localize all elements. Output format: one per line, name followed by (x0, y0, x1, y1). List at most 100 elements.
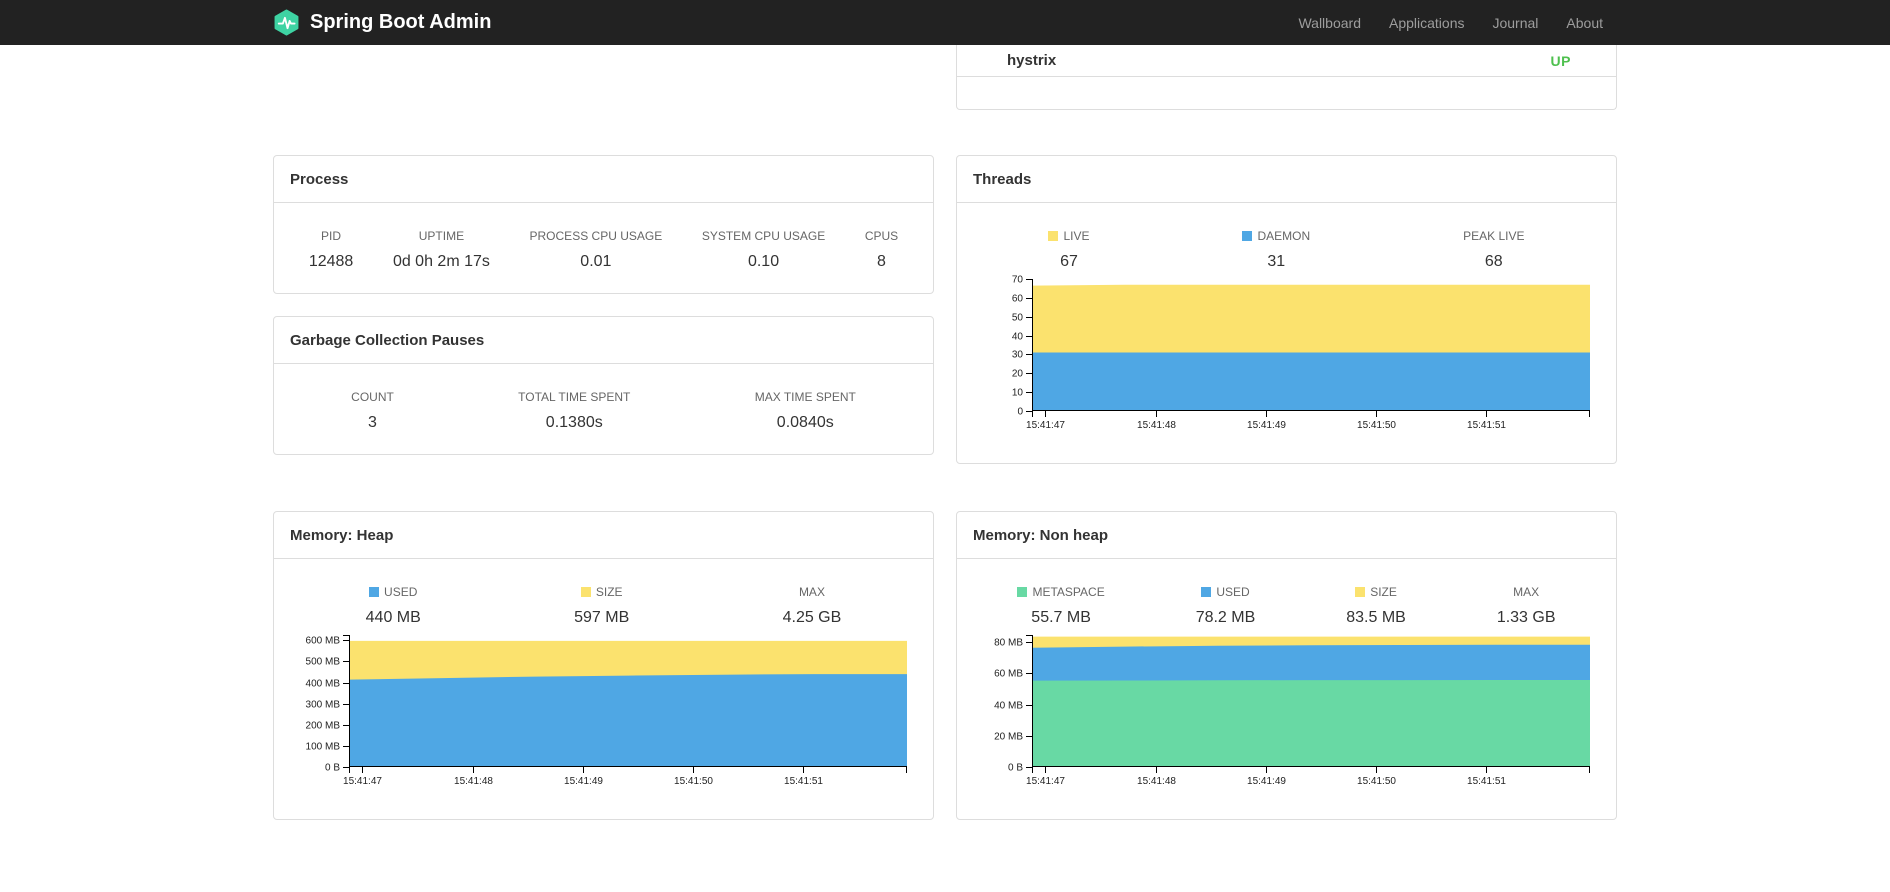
gc-panel-title: Garbage Collection Pauses (274, 317, 933, 364)
application-status-badge: UP (1550, 52, 1571, 69)
stat-value: 4.25 GB (782, 609, 842, 626)
stat: MAX TIME SPENT 0.0840s (747, 390, 864, 432)
svg-text:15:41:47: 15:41:47 (1026, 420, 1065, 431)
navbar: Spring Boot Admin Wallboard Applications… (0, 0, 1890, 45)
stat-label: MAX (1513, 585, 1540, 599)
memory-heap-legend: USED 440 MB SIZE 597 MB MAX 4.25 GB (289, 585, 918, 627)
stat: PID 12488 (301, 229, 362, 271)
stat: PROCESS CPU USAGE 0.01 (522, 229, 671, 271)
legend-swatch-icon (1201, 587, 1212, 597)
heap-chart-svg: 0 B 100 MB 200 MB 300 MB 400 MB 500 MB 600 MB 1… (306, 635, 907, 787)
svg-text:15:41:48: 15:41:48 (454, 776, 493, 787)
stat-label: CPUS (864, 229, 899, 243)
stat-value: 3 (368, 414, 377, 431)
stat-label: USED (1196, 585, 1256, 599)
svg-text:0 B: 0 B (325, 763, 340, 774)
stat: SIZE 597 MB (566, 585, 637, 627)
svg-text:300 MB: 300 MB (306, 700, 341, 711)
stat-label: PID (321, 229, 342, 243)
nav-item-applications[interactable]: Applications (1375, 15, 1479, 31)
stat: CPUS 8 (857, 229, 906, 271)
brand-title: Spring Boot Admin (310, 11, 492, 33)
stat-value: 83.5 MB (1346, 609, 1406, 626)
svg-text:15:41:48: 15:41:48 (1137, 776, 1176, 787)
stat-label: MAX TIME SPENT (754, 390, 856, 404)
gc-panel-body: COUNT 3 TOTAL TIME SPENT 0.1380s MAX TIME SP… (274, 364, 933, 454)
svg-text:40 MB: 40 MB (994, 701, 1023, 712)
memory-heap-panel: Memory: Heap USED 440 MB SIZE 597 MB MAX 4.25… (273, 511, 934, 820)
bottom-right-col: Memory: Non heap METASPACE 55.7 MB USED 78.… (956, 511, 1617, 820)
stat: COUNT 3 (343, 390, 402, 432)
stat: UPTIME 0d 0h 2m 17s (385, 229, 498, 271)
process-stats: PID 12488 UPTIME 0d 0h 2m 17s PROCESS CPU US… (289, 229, 918, 271)
nav-item-about[interactable]: About (1552, 15, 1617, 31)
stat-label: SIZE (574, 585, 629, 599)
svg-text:15:41:49: 15:41:49 (1247, 776, 1286, 787)
svg-text:20: 20 (1012, 369, 1024, 380)
svg-text:15:41:50: 15:41:50 (1357, 420, 1396, 431)
brand-link[interactable]: Spring Boot Admin (273, 9, 491, 36)
svg-text:15:41:50: 15:41:50 (674, 776, 713, 787)
nonheap-chart-svg: 0 B 20 MB 40 MB 60 MB 80 MB 15:41:47 15:41:48 1… (994, 635, 1590, 787)
svg-text:400 MB: 400 MB (306, 679, 341, 690)
svg-text:15:41:50: 15:41:50 (1357, 776, 1396, 787)
svg-text:50: 50 (1012, 313, 1024, 324)
middle-right-col: Threads LIVE 67 DAEMON 31 PEAK LIVE 68 0 10 20 3… (956, 155, 1617, 464)
threads-panel-title: Threads (957, 156, 1616, 203)
stat-label: DAEMON (1242, 229, 1310, 243)
stat: USED 440 MB (358, 585, 429, 627)
svg-text:200 MB: 200 MB (306, 721, 341, 732)
stat-value: 0.1380s (545, 414, 603, 431)
svg-text:40: 40 (1012, 332, 1024, 343)
stat-value: 68 (1484, 253, 1503, 270)
svg-text:15:41:49: 15:41:49 (1247, 420, 1286, 431)
spring-boot-admin-logo-icon (273, 9, 300, 36)
svg-text:60 MB: 60 MB (994, 669, 1023, 680)
stat: LIVE 67 (1040, 229, 1097, 271)
svg-text:20 MB: 20 MB (994, 732, 1023, 743)
nav-links: Wallboard Applications Journal About (1284, 0, 1617, 45)
memory-nonheap-panel-body: METASPACE 55.7 MB USED 78.2 MB SIZE 83.5 MB MA… (957, 559, 1616, 819)
top-row: hystrix UP (273, 45, 1617, 110)
svg-text:100 MB: 100 MB (306, 742, 341, 753)
stat: PEAK LIVE 68 (1455, 229, 1532, 271)
application-row[interactable]: hystrix UP (957, 45, 1616, 77)
svg-text:15:41:51: 15:41:51 (1467, 776, 1506, 787)
panel-spacer (957, 77, 1616, 109)
stat-label: USED (366, 585, 421, 599)
svg-text:80 MB: 80 MB (994, 638, 1023, 649)
applications-status-panel: hystrix UP (956, 45, 1617, 110)
stat: MAX 1.33 GB (1489, 585, 1564, 627)
stat-label: SIZE (1346, 585, 1406, 599)
stat: SIZE 83.5 MB (1338, 585, 1414, 627)
svg-text:15:41:51: 15:41:51 (1467, 420, 1506, 431)
memory-heap-panel-title: Memory: Heap (274, 512, 933, 559)
legend-swatch-icon (1355, 587, 1366, 597)
middle-row: Process PID 12488 UPTIME 0d 0h 2m 17s PROCES… (273, 155, 1617, 464)
stat: METASPACE 55.7 MB (1009, 585, 1112, 627)
threads-panel-body: LIVE 67 DAEMON 31 PEAK LIVE 68 0 10 20 30 40 50 60 7… (957, 203, 1616, 463)
nav-item-wallboard[interactable]: Wallboard (1284, 15, 1375, 31)
stat-value: 78.2 MB (1195, 609, 1256, 626)
gc-stats: COUNT 3 TOTAL TIME SPENT 0.1380s MAX TIME SP… (289, 390, 918, 432)
svg-text:0 B: 0 B (1008, 763, 1023, 774)
stat-value: 1.33 GB (1496, 609, 1556, 626)
application-name-link[interactable]: hystrix (1007, 52, 1056, 69)
legend-swatch-icon (580, 587, 591, 597)
svg-text:0: 0 (1017, 407, 1023, 418)
svg-text:30: 30 (1012, 350, 1024, 361)
memory-nonheap-panel: Memory: Non heap METASPACE 55.7 MB USED 78.… (956, 511, 1617, 820)
stat: MAX 4.25 GB (775, 585, 850, 627)
stat: SYSTEM CPU USAGE 0.10 (694, 229, 833, 271)
stat-label: PEAK LIVE (1463, 229, 1525, 243)
memory-heap-chart: 0 B 100 MB 200 MB 300 MB 400 MB 500 MB 600 MB 1… (289, 627, 918, 797)
svg-text:15:41:47: 15:41:47 (1026, 776, 1065, 787)
svg-text:60: 60 (1012, 294, 1024, 305)
svg-text:15:41:51: 15:41:51 (784, 776, 823, 787)
top-right-col: hystrix UP (956, 45, 1617, 110)
top-left-empty (273, 45, 934, 110)
svg-text:500 MB: 500 MB (306, 657, 341, 668)
process-panel-body: PID 12488 UPTIME 0d 0h 2m 17s PROCESS CPU US… (274, 203, 933, 293)
nav-item-journal[interactable]: Journal (1478, 15, 1552, 31)
middle-left-col: Process PID 12488 UPTIME 0d 0h 2m 17s PROCES… (273, 155, 934, 464)
